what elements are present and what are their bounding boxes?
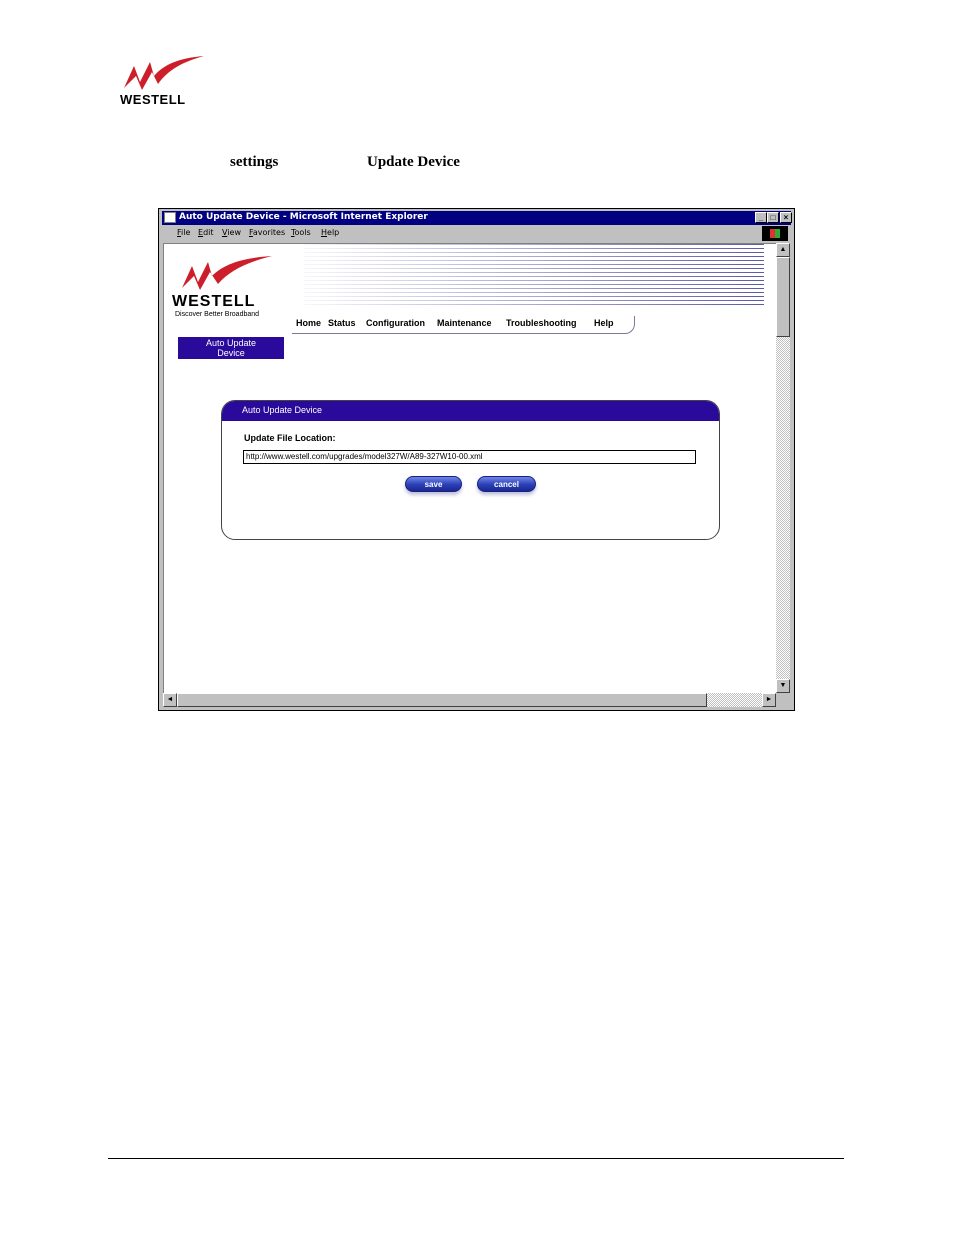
scroll-right-button[interactable]: ► (762, 693, 776, 707)
scroll-left-button[interactable]: ◄ (163, 693, 177, 707)
menu-edit[interactable]: Edit (198, 228, 214, 237)
page-viewport: WESTELL Discover Better Broadband Home S… (163, 243, 776, 693)
nav-maintenance[interactable]: Maintenance (437, 318, 492, 328)
main-nav: Home Status Configuration Maintenance Tr… (292, 316, 635, 334)
nav-configuration[interactable]: Configuration (366, 318, 425, 328)
save-button[interactable]: save (405, 476, 462, 492)
title-bar[interactable]: Auto Update Device - Microsoft Internet … (162, 211, 792, 225)
vertical-scroll-thumb[interactable] (776, 257, 790, 337)
maximize-button[interactable]: □ (767, 212, 779, 223)
header-stripes (304, 244, 764, 308)
menu-file[interactable]: File (177, 228, 190, 237)
nav-troubleshooting[interactable]: Troubleshooting (506, 318, 577, 328)
horizontal-scroll-thumb[interactable] (177, 693, 707, 707)
panel-title: Auto Update Device (242, 405, 323, 415)
menu-bar: File Edit View Favorites Tools Help (162, 226, 791, 241)
horizontal-scrollbar[interactable]: ◄ ► (163, 693, 776, 707)
brand-name: WESTELL (172, 293, 256, 310)
cancel-button[interactable]: cancel (477, 476, 536, 492)
nav-home[interactable]: Home (296, 318, 321, 328)
document-logo: WESTELL (118, 54, 208, 107)
instruction-word-settings: settings (230, 154, 279, 170)
instruction-word-update-device: Update Device (367, 154, 460, 170)
window-title: Auto Update Device - Microsoft Internet … (179, 212, 428, 222)
update-file-location-label: Update File Location: (244, 433, 336, 443)
browser-window: Auto Update Device - Microsoft Internet … (158, 208, 795, 711)
scroll-down-button[interactable]: ▼ (776, 679, 790, 693)
vertical-scrollbar[interactable]: ▲ ▼ (776, 243, 790, 693)
minimize-button[interactable]: _ (755, 212, 767, 223)
brand-tagline: Discover Better Broadband (175, 311, 260, 318)
menu-tools[interactable]: Tools (291, 228, 311, 237)
side-tab-line1: Auto Update (205, 338, 257, 348)
footer-rule (108, 1158, 844, 1159)
close-button[interactable]: × (780, 212, 792, 223)
panel-header: Auto Update Device (222, 401, 719, 421)
auto-update-panel: Auto Update Device Update File Location:… (221, 400, 720, 540)
ie-app-icon[interactable] (164, 212, 176, 223)
nav-status[interactable]: Status (328, 318, 356, 328)
side-tab-line2: Device (217, 348, 245, 358)
scrollbar-corner (776, 693, 790, 707)
westell-logo-icon (182, 256, 272, 290)
update-file-location-input[interactable]: http://www.westell.com/upgrades/model327… (243, 450, 696, 464)
menu-help[interactable]: Help (321, 228, 339, 237)
menu-favorites[interactable]: Favorites (249, 228, 285, 237)
westell-swoosh-icon (124, 56, 204, 90)
side-tab-auto-update-device[interactable]: Auto Update Device (178, 337, 284, 359)
document-logo-text: WESTELL (120, 92, 186, 107)
windows-logo-icon (762, 226, 788, 241)
scroll-up-button[interactable]: ▲ (776, 243, 790, 257)
nav-help[interactable]: Help (594, 318, 614, 328)
menu-view[interactable]: View (222, 228, 241, 237)
